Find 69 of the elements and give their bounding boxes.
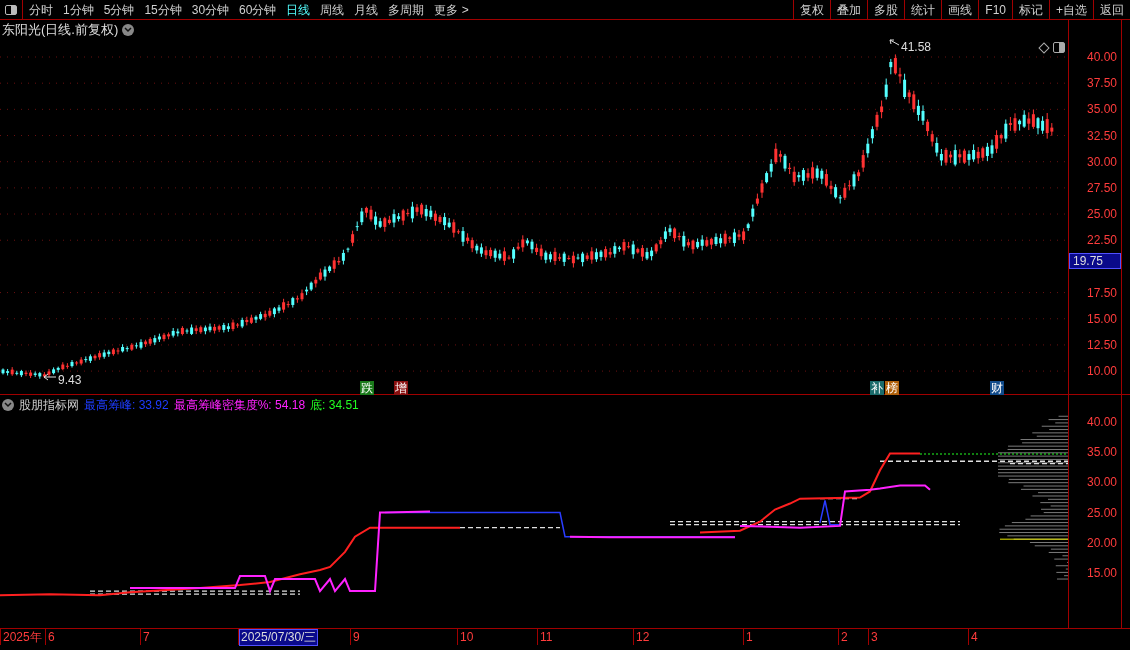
event-badge[interactable]: 跌	[360, 381, 374, 395]
period-tab[interactable]: 1分钟	[63, 0, 94, 19]
event-badge[interactable]: 榜	[885, 381, 899, 395]
toolbar-button[interactable]: 画线	[941, 0, 979, 19]
period-tab[interactable]: 更多 >	[434, 0, 469, 19]
price-tick: 12.50	[1086, 337, 1117, 352]
date-label: 12	[635, 630, 651, 645]
date-label: 7	[142, 630, 151, 645]
toolbar-button[interactable]: 复权	[793, 0, 831, 19]
high-price-label: 41.58	[901, 39, 932, 56]
event-badge[interactable]: 增	[394, 381, 408, 395]
arrow-icon	[43, 373, 57, 381]
date-label: 9	[352, 630, 361, 645]
period-tab[interactable]: 日线	[286, 0, 311, 19]
period-tab[interactable]: 周线	[320, 0, 345, 19]
date-label: 11	[539, 630, 554, 645]
period-tab[interactable]: 15分钟	[144, 0, 182, 19]
period-tab[interactable]: 月线	[354, 0, 379, 19]
toolbar-button[interactable]: +自选	[1049, 0, 1093, 19]
event-badge[interactable]: 补	[870, 381, 884, 395]
date-label: 10	[459, 630, 475, 645]
price-tick: 30.00	[1086, 154, 1117, 169]
date-label: 2025/07/30/三	[240, 630, 318, 645]
chevron-down-icon[interactable]	[2, 399, 14, 411]
indicator-name: 股朋指标网	[19, 397, 79, 414]
indicator-tick: 35.00	[1086, 445, 1117, 460]
date-label: 6	[47, 630, 56, 645]
price-tick: 35.00	[1086, 102, 1117, 117]
period-tab[interactable]: 多周期	[388, 0, 425, 19]
price-tick: 32.50	[1086, 128, 1117, 143]
toolbar-button[interactable]: F10	[978, 0, 1012, 19]
toolbar-button[interactable]: 统计	[904, 0, 942, 19]
indicator-reading: 最高筹峰密集度%: 54.18	[173, 397, 306, 414]
price-tick: 22.50	[1086, 233, 1117, 248]
date-label: 1	[745, 630, 754, 645]
indicator-tick: 30.00	[1086, 475, 1117, 490]
period-tab[interactable]: 5分钟	[103, 0, 135, 19]
event-badge[interactable]: 财	[990, 381, 1004, 395]
price-tick: 10.00	[1086, 364, 1117, 379]
date-label: 2	[840, 630, 849, 645]
date-label: 2025年	[2, 630, 43, 645]
indicator-tick: 20.00	[1086, 535, 1117, 550]
chevron-down-icon[interactable]	[122, 24, 135, 36]
arrow-icon	[889, 39, 900, 46]
peak-line	[819, 499, 841, 526]
low-price-label: 9.43	[58, 372, 82, 389]
current-price-label: 19.75	[1069, 253, 1121, 269]
indicator-tick: 40.00	[1086, 415, 1117, 429]
date-label: 4	[970, 630, 979, 645]
toolbar-button[interactable]: 标记	[1012, 0, 1049, 19]
period-tab[interactable]: 分时	[29, 0, 53, 19]
indicator-tick: 25.00	[1086, 505, 1117, 520]
panel-toggle-icon[interactable]	[1053, 42, 1065, 53]
toolbar-button[interactable]: 多股	[867, 0, 905, 19]
toolbar-button[interactable]: 叠加	[830, 0, 868, 19]
price-tick: 27.50	[1086, 180, 1117, 195]
indicator-tick: 15.00	[1086, 566, 1117, 580]
price-tick: 25.00	[1086, 207, 1117, 222]
indicator-reading: 最高筹峰: 33.92	[84, 397, 169, 414]
date-label: 3	[870, 630, 879, 645]
period-tab[interactable]: 60分钟	[239, 0, 277, 19]
period-tab[interactable]: 30分钟	[191, 0, 230, 19]
price-tick: 15.00	[1086, 311, 1117, 326]
price-tick: 40.00	[1086, 50, 1117, 64]
price-tick: 17.50	[1086, 285, 1117, 300]
indicator-reading: 底: 34.51	[310, 397, 359, 414]
toolbar-button[interactable]: 返回	[1093, 0, 1130, 19]
price-tick: 37.50	[1086, 76, 1117, 91]
chart-title: 东阳光(日线.前复权)	[2, 21, 119, 40]
